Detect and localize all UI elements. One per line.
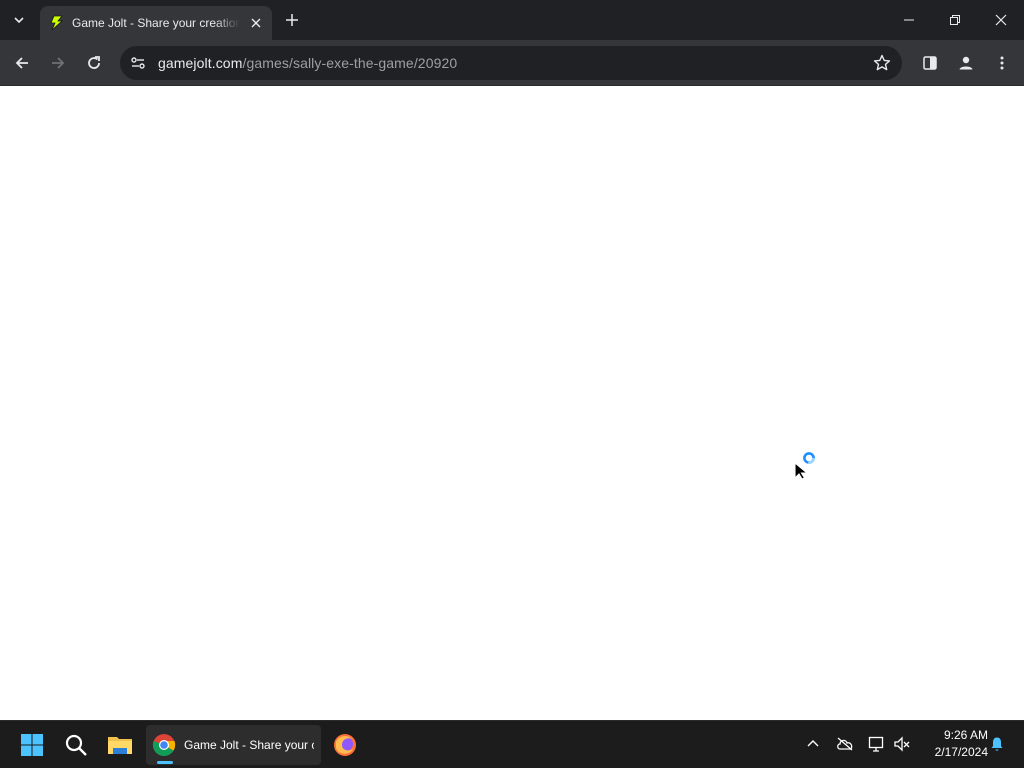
- firefox-icon: [334, 734, 356, 756]
- restore-icon: [950, 15, 960, 25]
- notifications-button[interactable]: [986, 733, 1008, 755]
- browser-titlebar: Game Jolt - Share your creations: [0, 0, 1024, 40]
- url-text[interactable]: gamejolt.com/games/sally-exe-the-game/20…: [158, 55, 457, 71]
- site-settings-icon[interactable]: [126, 51, 150, 75]
- volume-muted-icon: [894, 736, 910, 752]
- url-path: /games/sally-exe-the-game/20920: [242, 55, 458, 71]
- chrome-menu-button[interactable]: [988, 49, 1016, 77]
- onedrive-button[interactable]: [834, 733, 856, 755]
- taskbar-search-button[interactable]: [56, 725, 96, 765]
- clock-time: 9:26 AM: [943, 728, 988, 742]
- taskbar-chrome-window[interactable]: Game Jolt - Share your creations: [146, 725, 321, 765]
- browser-toolbar: gamejolt.com/games/sally-exe-the-game/20…: [0, 40, 1024, 86]
- page-content-area[interactable]: [0, 87, 1024, 720]
- chevron-up-icon: [807, 740, 819, 747]
- side-panel-icon: [923, 56, 937, 70]
- taskbar-app-label: Game Jolt - Share your creations: [184, 738, 314, 752]
- more-vertical-icon: [1000, 56, 1004, 70]
- bookmark-star-icon[interactable]: [872, 53, 892, 73]
- reload-icon: [88, 56, 100, 69]
- file-explorer-button[interactable]: [100, 725, 140, 765]
- close-tab-icon[interactable]: [248, 15, 264, 31]
- search-icon: [65, 734, 87, 756]
- forward-button[interactable]: [44, 49, 72, 77]
- close-icon: [995, 14, 1007, 26]
- notification-bell-icon: [991, 737, 1003, 751]
- chevron-down-icon: [14, 17, 24, 24]
- windows-taskbar: Game Jolt - Share your creations 9:26 AM: [0, 720, 1024, 768]
- address-bar[interactable]: gamejolt.com/games/sally-exe-the-game/20…: [120, 46, 902, 80]
- windows-logo-icon: [21, 734, 43, 756]
- active-app-indicator: [157, 761, 173, 764]
- restore-button[interactable]: [932, 0, 978, 40]
- browser-tab[interactable]: Game Jolt - Share your creations: [40, 6, 272, 40]
- back-button[interactable]: [8, 49, 36, 77]
- close-window-button[interactable]: [978, 0, 1024, 40]
- show-hidden-icons-button[interactable]: [802, 733, 824, 755]
- arrow-left-icon: [15, 57, 28, 69]
- profile-icon: [959, 56, 973, 70]
- volume-button[interactable]: [891, 733, 913, 755]
- onedrive-offline-icon: [837, 737, 853, 751]
- side-panel-button[interactable]: [916, 49, 944, 77]
- tab-title: Game Jolt - Share your creations: [72, 16, 240, 30]
- firefox-button[interactable]: [325, 725, 365, 765]
- new-tab-button[interactable]: [280, 8, 304, 32]
- busy-cursor-icon: [794, 452, 815, 479]
- gamejolt-bolt-icon: [48, 15, 64, 31]
- plus-icon: [286, 14, 298, 26]
- taskbar-clock[interactable]: 9:26 AM 2/17/2024: [918, 727, 988, 761]
- reload-button[interactable]: [80, 49, 108, 77]
- folder-icon: [108, 737, 132, 754]
- network-button[interactable]: [866, 733, 888, 755]
- arrow-right-icon: [52, 57, 65, 69]
- chrome-icon: [152, 734, 176, 756]
- network-icon: [868, 736, 884, 752]
- start-button[interactable]: [12, 725, 52, 765]
- url-host: gamejolt.com: [158, 55, 243, 71]
- tab-search-button[interactable]: [6, 8, 32, 32]
- minimize-icon: [904, 19, 914, 21]
- minimize-button[interactable]: [886, 0, 932, 40]
- profile-button[interactable]: [952, 49, 980, 77]
- clock-date: 2/17/2024: [934, 745, 988, 759]
